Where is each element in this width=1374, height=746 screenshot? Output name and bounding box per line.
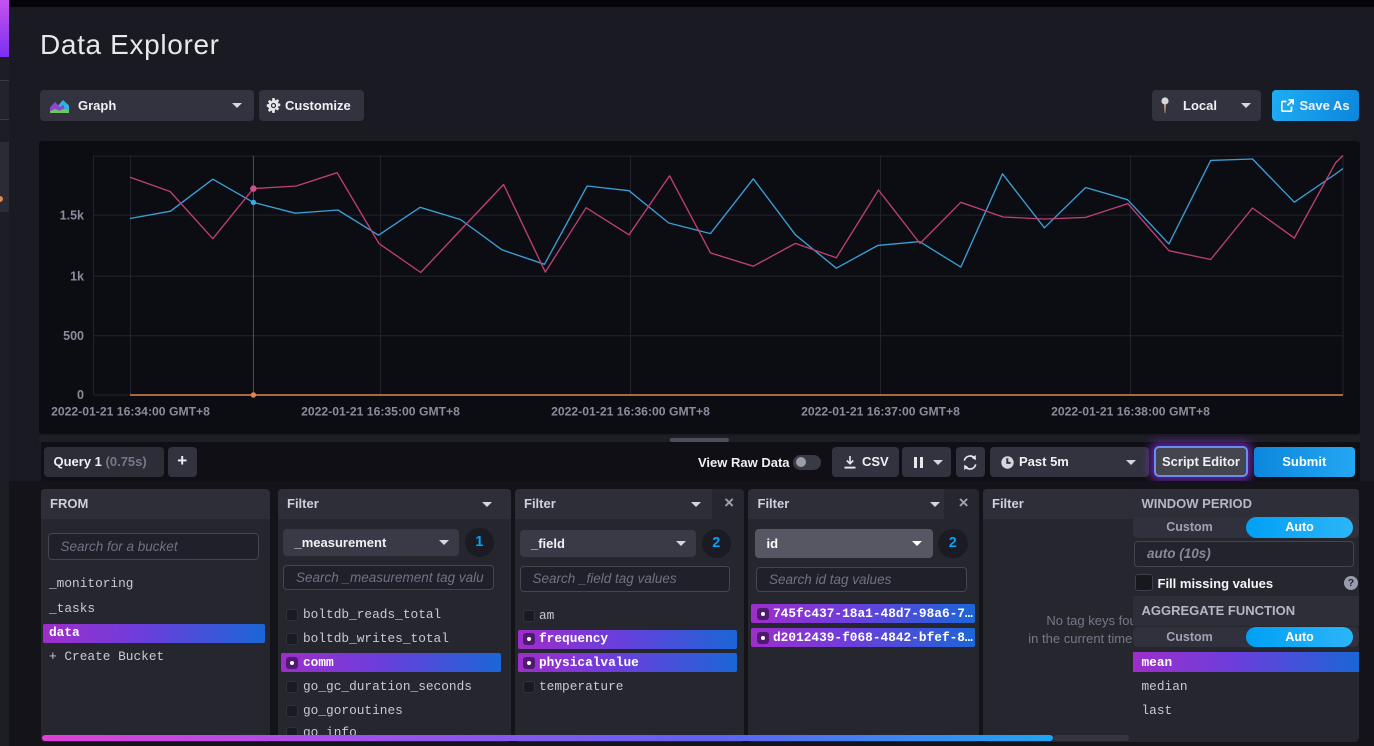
svg-text:2022-01-21 16:35:00 GMT+8: 2022-01-21 16:35:00 GMT+8 [301,404,460,418]
svg-text:2022-01-21 16:38:00 GMT+8: 2022-01-21 16:38:00 GMT+8 [1051,404,1210,418]
svg-text:500: 500 [63,329,84,343]
svg-text:2022-01-21 16:37:00 GMT+8: 2022-01-21 16:37:00 GMT+8 [801,404,960,418]
svg-text:1.5k: 1.5k [60,208,84,222]
svg-text:2022-01-21 16:36:00 GMT+8: 2022-01-21 16:36:00 GMT+8 [551,404,710,418]
svg-text:0: 0 [77,388,84,402]
svg-text:1k: 1k [70,269,84,283]
svg-text:2022-01-21 16:34:00 GMT+8: 2022-01-21 16:34:00 GMT+8 [51,404,210,418]
